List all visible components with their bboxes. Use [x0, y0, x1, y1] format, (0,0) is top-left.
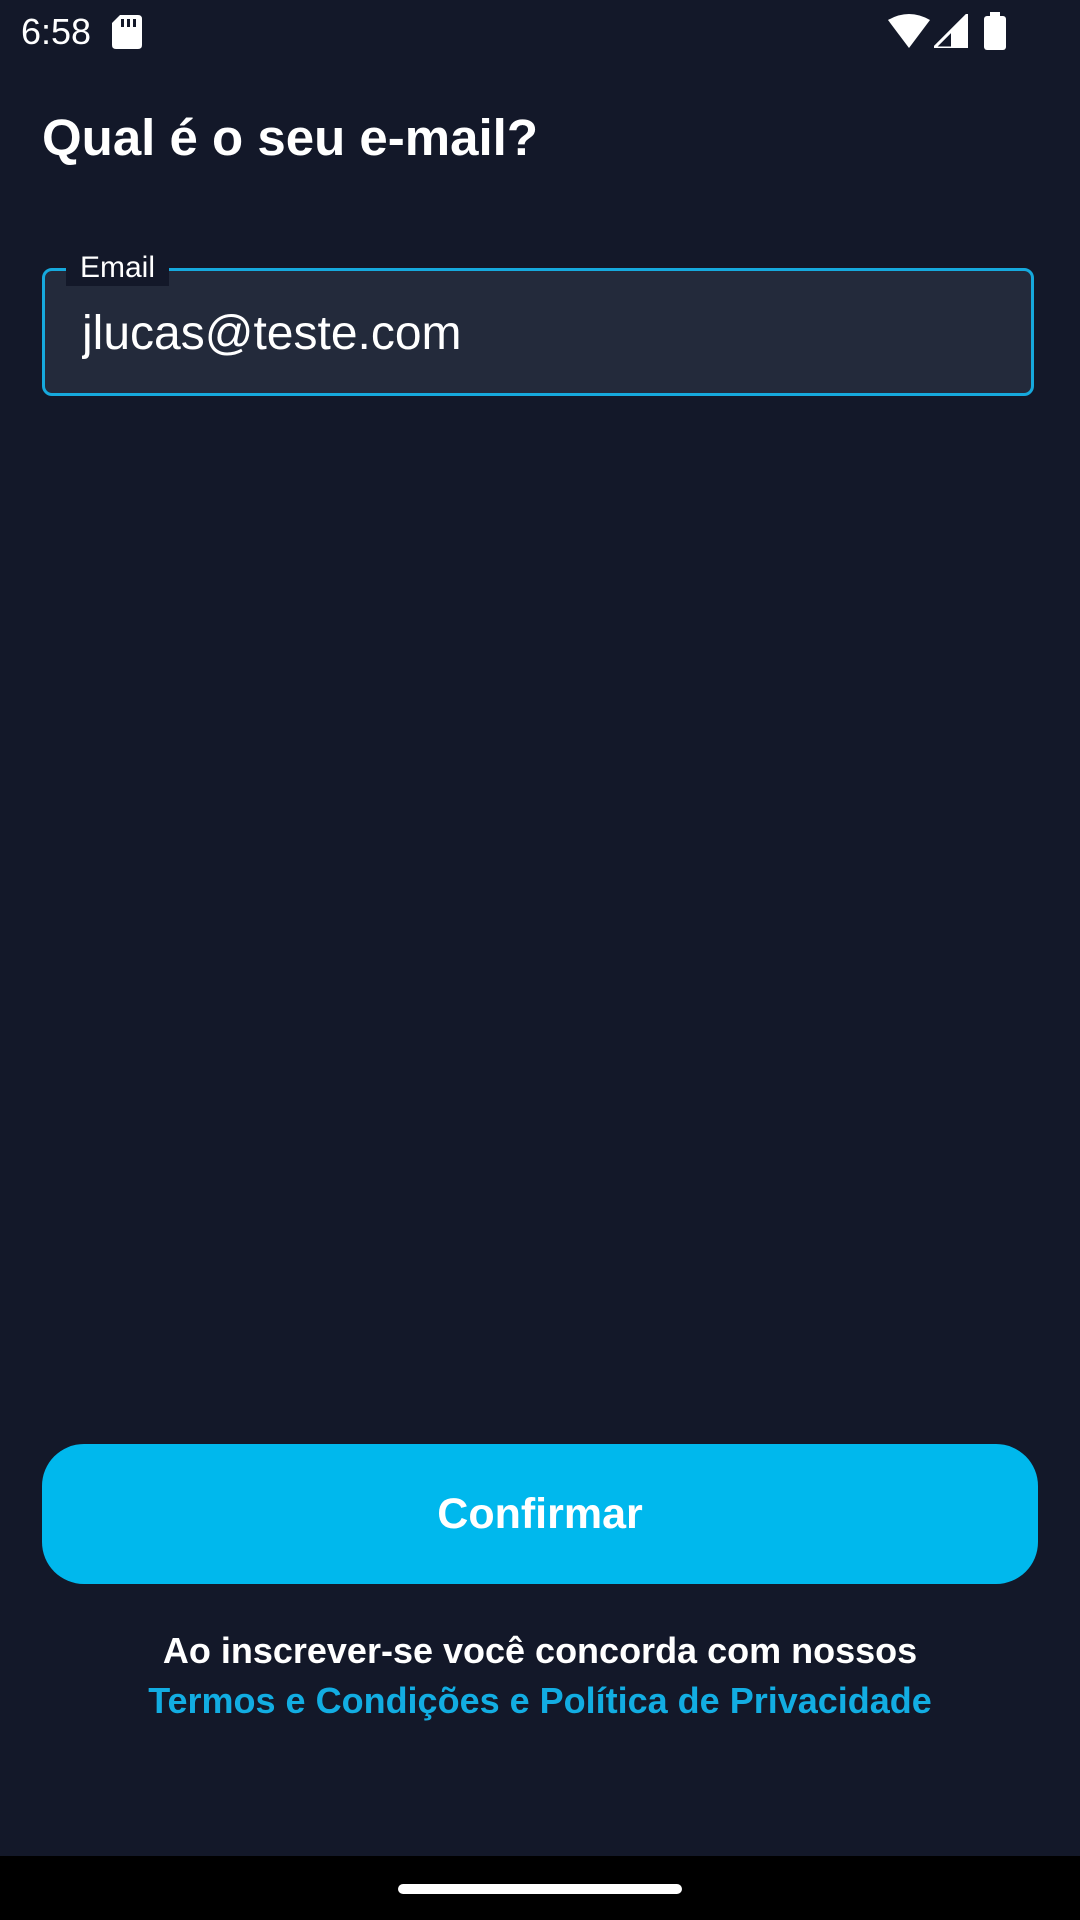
terms-privacy-link[interactable]: Termos e Condições e Política de Privaci… — [0, 1678, 1080, 1724]
status-time: 6:58 — [21, 11, 92, 52]
signup-email-screen: 6:58 Qual é o seu e-mail? Email Confirma… — [0, 0, 1080, 1920]
home-indicator[interactable] — [398, 1884, 682, 1894]
system-navigation-bar — [0, 1856, 1080, 1920]
wifi-icon — [888, 14, 930, 48]
status-bar: 6:58 — [0, 0, 1080, 64]
battery-icon — [984, 12, 1006, 50]
signal-icon — [934, 14, 968, 48]
page-title: Qual é o seu e-mail? — [42, 109, 538, 166]
sd-card-icon — [112, 15, 142, 49]
email-input[interactable] — [82, 302, 982, 366]
terms-notice-text: Ao inscrever-se você concorda com nossos — [162, 1630, 918, 1671]
confirm-button[interactable]: Confirmar — [42, 1444, 1038, 1584]
email-field-label: Email — [66, 250, 170, 286]
